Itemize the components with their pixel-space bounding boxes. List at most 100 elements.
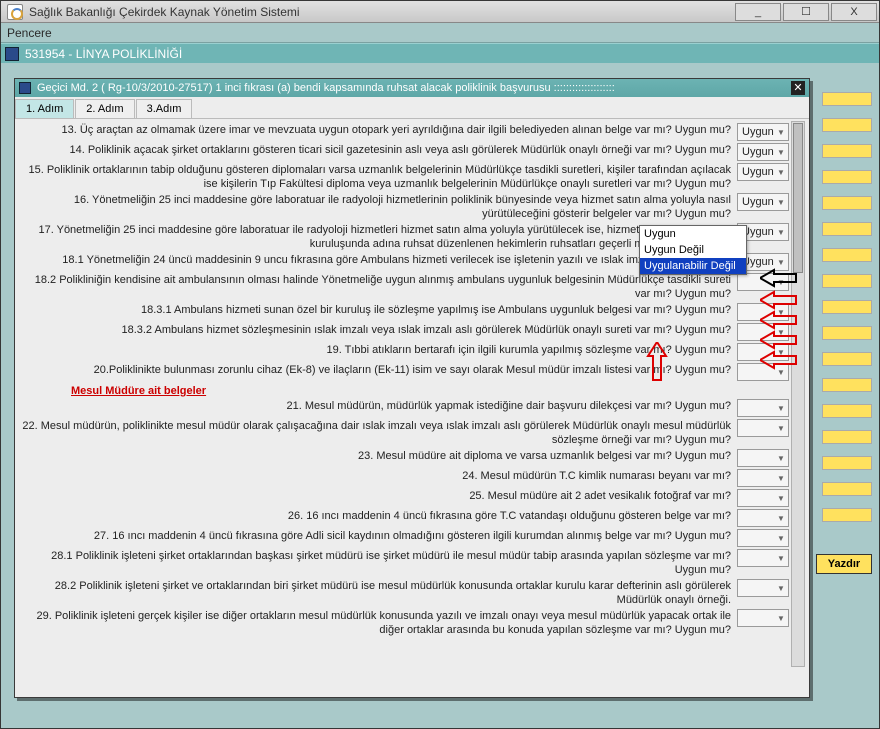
answer-select[interactable]: ▼	[737, 609, 789, 627]
question-text: 18.3.2 Ambulans hizmet sözleşmesinin ısl…	[21, 323, 737, 337]
chevron-down-icon: ▼	[776, 513, 786, 523]
question-row: 19. Tıbbi atıkların bertarafı için ilgil…	[21, 343, 789, 361]
answer-select[interactable]: ▼	[737, 419, 789, 437]
bg-field	[822, 430, 872, 444]
bg-field	[822, 248, 872, 262]
form-body: 13. Üç araçtan az olmamak üzere imar ve …	[21, 121, 789, 667]
question-text: 26. 16 ıncı maddenin 4 üncü fıkrasına gö…	[21, 509, 737, 523]
close-window-button[interactable]: X	[831, 3, 877, 21]
answer-select[interactable]: ▼	[737, 449, 789, 467]
dialog-close-button[interactable]: ✕	[791, 81, 805, 95]
window-title: Sağlık Bakanlığı Çekirdek Kaynak Yönetim…	[29, 5, 300, 19]
dialog-title: Geçici Md. 2 ( Rg-10/3/2010-27517) 1 inc…	[37, 82, 615, 94]
bg-field	[822, 352, 872, 366]
question-text: 14. Poliklinik açacak şirket ortaklarını…	[21, 143, 737, 157]
question-row: 18.3.2 Ambulans hizmet sözleşmesinin ısl…	[21, 323, 789, 341]
annotation-arrow-red	[760, 330, 798, 350]
annotation-arrow-red	[760, 350, 798, 370]
question-text: 21. Mesul müdürün, müdürlük yapmak isted…	[21, 399, 737, 413]
question-text: 25. Mesul müdüre ait 2 adet vesikalık fo…	[21, 489, 737, 503]
answer-select[interactable]: ▼	[737, 579, 789, 597]
bg-field	[822, 456, 872, 470]
answer-select[interactable]: ▼	[737, 489, 789, 507]
minimize-button[interactable]: _	[735, 3, 781, 21]
question-row: 22. Mesul müdürün, poliklinikte mesul mü…	[21, 419, 789, 447]
java-icon	[7, 4, 23, 20]
select-value: Uygun	[742, 126, 774, 138]
question-text: 23. Mesul müdüre ait diploma ve varsa uz…	[21, 449, 737, 463]
chevron-down-icon: ▼	[776, 167, 786, 177]
question-text: 18.3.1 Ambulans hizmeti sunan özel bir k…	[21, 303, 737, 317]
chevron-down-icon: ▼	[776, 453, 786, 463]
chevron-down-icon: ▼	[776, 553, 786, 563]
dropdown-option-uygun-degil[interactable]: Uygun Değil	[640, 242, 746, 258]
answer-select[interactable]: ▼	[737, 399, 789, 417]
bg-field	[822, 92, 872, 106]
bg-fields	[822, 80, 872, 534]
bg-field	[822, 378, 872, 392]
question-text: 16. Yönetmeliğin 25 inci maddesine göre …	[21, 193, 737, 221]
chevron-down-icon: ▼	[776, 147, 786, 157]
question-text: 18.1 Yönetmeliğin 24 üncü maddesinin 9 u…	[21, 253, 737, 267]
question-text: 28.2 Poliklinik işleteni şirket ve ortak…	[21, 579, 737, 607]
question-row: 21. Mesul müdürün, müdürlük yapmak isted…	[21, 399, 789, 417]
chevron-down-icon: ▼	[776, 197, 786, 207]
question-row: 28.2 Poliklinik işleteni şirket ve ortak…	[21, 579, 789, 607]
tabs: 1. Adım 2. Adım 3.Adım	[15, 99, 809, 119]
chevron-down-icon: ▼	[776, 583, 786, 593]
tab-3[interactable]: 3.Adım	[136, 99, 193, 118]
select-value: Uygun	[742, 166, 774, 178]
subwindow-icon	[5, 47, 19, 61]
question-row: 24. Mesul müdürün T.C kimlik numarası be…	[21, 469, 789, 487]
dropdown-option-uygulanabilir-degil[interactable]: Uygulanabilir Değil	[640, 258, 746, 274]
question-row: 20.Poliklinikte bulunması zorunlu cihaz …	[21, 363, 789, 381]
annotation-arrow-red	[760, 310, 798, 330]
chevron-down-icon: ▼	[776, 423, 786, 433]
question-row: 26. 16 ıncı maddenin 4 üncü fıkrasına gö…	[21, 509, 789, 527]
question-text: 22. Mesul müdürün, poliklinikte mesul mü…	[21, 419, 737, 447]
dropdown-option-uygun[interactable]: Uygun	[640, 226, 746, 242]
question-row: 18.2 Polikliniğin kendisine ait ambulans…	[21, 273, 789, 301]
tab-2[interactable]: 2. Adım	[75, 99, 134, 118]
bg-field	[822, 274, 872, 288]
menu-pencere[interactable]: Pencere	[7, 26, 52, 40]
question-row: 27. 16 ıncı maddenin 4 üncü fıkrasına gö…	[21, 529, 789, 547]
question-row: 29. Poliklinik işleteni gerçek kişiler i…	[21, 609, 789, 637]
maximize-button[interactable]: ☐	[783, 3, 829, 21]
scroll-thumb[interactable]	[793, 123, 803, 273]
question-text: 28.1 Poliklinik işleteni şirket ortaklar…	[21, 549, 737, 577]
answer-select[interactable]: Uygun▼	[737, 143, 789, 161]
bg-field	[822, 196, 872, 210]
bg-field	[822, 326, 872, 340]
question-text: 29. Poliklinik işleteni gerçek kişiler i…	[21, 609, 737, 637]
chevron-down-icon: ▼	[776, 403, 786, 413]
answer-select[interactable]: Uygun▼	[737, 123, 789, 141]
question-row: 14. Poliklinik açacak şirket ortaklarını…	[21, 143, 789, 161]
answer-select[interactable]: ▼	[737, 469, 789, 487]
question-text: 19. Tıbbi atıkların bertarafı için ilgil…	[21, 343, 737, 357]
question-text: 24. Mesul müdürün T.C kimlik numarası be…	[21, 469, 737, 483]
question-text: 15. Poliklinik ortaklarının tabip olduğu…	[21, 163, 737, 191]
annotation-arrow-red	[760, 290, 798, 310]
chevron-down-icon: ▼	[776, 227, 786, 237]
question-text: 18.2 Polikliniğin kendisine ait ambulans…	[21, 273, 737, 301]
bg-field	[822, 482, 872, 496]
bg-field	[822, 508, 872, 522]
dialog-scrollbar[interactable]	[791, 121, 805, 667]
question-row: 13. Üç araçtan az olmamak üzere imar ve …	[21, 123, 789, 141]
question-text: 17. Yönetmeliğin 25 inci maddesine göre …	[21, 223, 737, 251]
answer-select[interactable]: Uygun▼	[737, 193, 789, 211]
tab-1[interactable]: 1. Adım	[15, 99, 74, 118]
answer-select[interactable]: ▼	[737, 529, 789, 547]
chevron-down-icon: ▼	[776, 127, 786, 137]
answer-select[interactable]: Uygun▼	[737, 163, 789, 181]
answer-select[interactable]: ▼	[737, 549, 789, 567]
print-button[interactable]: Yazdır	[816, 554, 872, 574]
dropdown-list[interactable]: Uygun Uygun Değil Uygulanabilir Değil	[639, 225, 747, 275]
question-text: 27. 16 ıncı maddenin 4 üncü fıkrasına gö…	[21, 529, 737, 543]
answer-select[interactable]: ▼	[737, 509, 789, 527]
annotation-arrow-up-red	[646, 342, 668, 382]
bg-field	[822, 404, 872, 418]
bg-field	[822, 118, 872, 132]
subwindow-title-bar: 531954 - LİNYA POLİKLİNİĞİ	[1, 43, 879, 63]
